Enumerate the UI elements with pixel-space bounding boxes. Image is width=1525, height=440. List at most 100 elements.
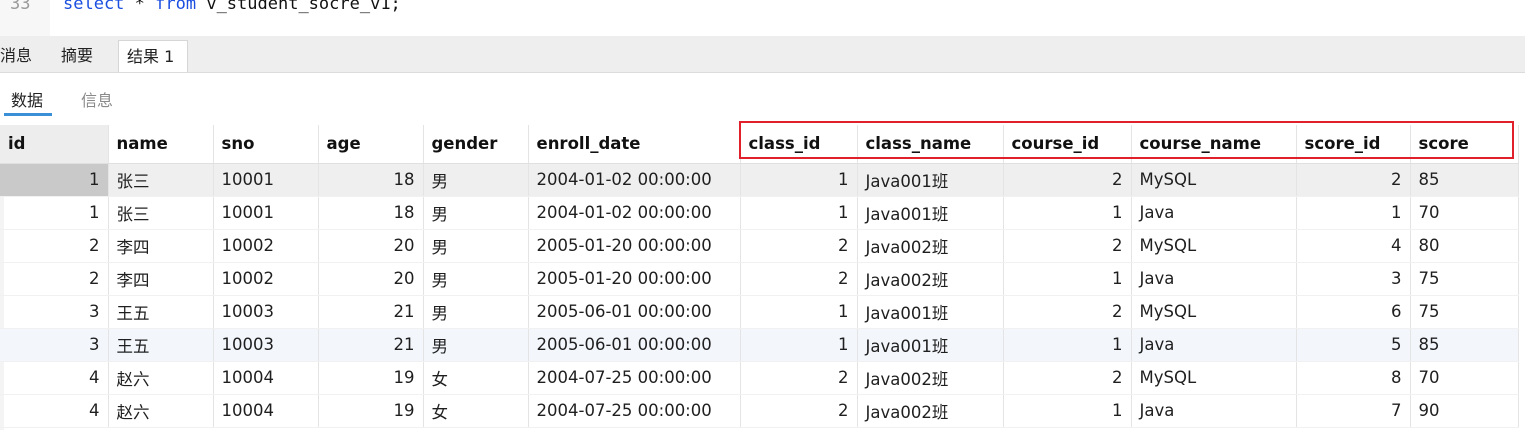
cell-course-id[interactable]: 2 xyxy=(1003,361,1132,395)
cell-class-id[interactable]: 2 xyxy=(740,262,858,296)
cell-score-id[interactable]: 2 xyxy=(1296,163,1411,197)
cell-class-name[interactable]: Java002班 xyxy=(857,394,1004,428)
cell-score[interactable]: 85 xyxy=(1410,163,1519,197)
cell-name[interactable]: 李四 xyxy=(108,229,214,263)
sql-code-line[interactable]: select * from v_student_socre_v1; xyxy=(63,0,401,14)
cell-course-name[interactable]: MySQL xyxy=(1131,229,1297,263)
cell-age[interactable]: 20 xyxy=(318,229,424,263)
cell-course-id[interactable]: 1 xyxy=(1003,262,1132,296)
column-header-age[interactable]: age xyxy=(318,125,424,164)
cell-score[interactable]: 70 xyxy=(1410,196,1519,230)
tab-messages[interactable]: 消息 xyxy=(0,40,40,72)
cell-sno[interactable]: 10003 xyxy=(213,328,319,362)
cell-age[interactable]: 18 xyxy=(318,196,424,230)
cell-score-id[interactable]: 8 xyxy=(1296,361,1411,395)
cell-id[interactable]: 1 xyxy=(0,163,109,197)
cell-sno[interactable]: 10003 xyxy=(213,295,319,329)
tab-summary[interactable]: 摘要 xyxy=(53,40,101,72)
cell-sno[interactable]: 10002 xyxy=(213,229,319,263)
cell-class-id[interactable]: 1 xyxy=(740,196,858,230)
column-header-score[interactable]: score xyxy=(1410,125,1519,164)
cell-score-id[interactable]: 1 xyxy=(1296,196,1411,230)
cell-id[interactable]: 2 xyxy=(0,229,109,263)
cell-course-id[interactable]: 2 xyxy=(1003,229,1132,263)
table-row[interactable]: 1 张三 10001 18 男 2004-01-02 00:00:00 1 Java001班 1… xyxy=(0,196,1519,230)
tab-result-1[interactable]: 结果 1 xyxy=(118,40,188,72)
table-row[interactable]: 2 李四 10002 20 男 2005-01-20 00:00:00 2 Java002班 1… xyxy=(0,262,1519,296)
cell-class-id[interactable]: 2 xyxy=(740,229,858,263)
column-header-enroll-date[interactable]: enroll_date xyxy=(528,125,741,164)
cell-gender[interactable]: 男 xyxy=(423,163,529,197)
column-header-id[interactable]: id xyxy=(0,125,109,164)
cell-gender[interactable]: 男 xyxy=(423,196,529,230)
cell-course-name[interactable]: Java xyxy=(1131,262,1297,296)
column-header-course-name[interactable]: course_name xyxy=(1131,125,1297,164)
cell-class-name[interactable]: Java002班 xyxy=(857,361,1004,395)
cell-enroll-date[interactable]: 2005-01-20 00:00:00 xyxy=(528,262,741,296)
cell-class-name[interactable]: Java001班 xyxy=(857,295,1004,329)
cell-class-id[interactable]: 1 xyxy=(740,163,858,197)
cell-id[interactable]: 3 xyxy=(0,328,109,362)
cell-gender[interactable]: 女 xyxy=(423,394,529,428)
column-header-name[interactable]: name xyxy=(108,125,214,164)
cell-id[interactable]: 4 xyxy=(0,361,109,395)
cell-class-name[interactable]: Java001班 xyxy=(857,196,1004,230)
table-row[interactable]: 2 李四 10002 20 男 2005-01-20 00:00:00 2 Java002班 2… xyxy=(0,229,1519,263)
column-header-class-id[interactable]: class_id xyxy=(740,125,858,164)
cell-course-id[interactable]: 1 xyxy=(1003,394,1132,428)
cell-class-name[interactable]: Java001班 xyxy=(857,163,1004,197)
cell-sno[interactable]: 10004 xyxy=(213,394,319,428)
cell-id[interactable]: 4 xyxy=(0,394,109,428)
column-header-score-id[interactable]: score_id xyxy=(1296,125,1411,164)
cell-enroll-date[interactable]: 2004-07-25 00:00:00 xyxy=(528,394,741,428)
cell-name[interactable]: 王五 xyxy=(108,328,214,362)
cell-sno[interactable]: 10004 xyxy=(213,361,319,395)
cell-score[interactable]: 75 xyxy=(1410,262,1519,296)
cell-name[interactable]: 赵六 xyxy=(108,394,214,428)
cell-class-name[interactable]: Java001班 xyxy=(857,328,1004,362)
cell-enroll-date[interactable]: 2005-06-01 00:00:00 xyxy=(528,295,741,329)
column-header-sno[interactable]: sno xyxy=(213,125,319,164)
cell-id[interactable]: 2 xyxy=(0,262,109,296)
table-row[interactable]: 3 王五 10003 21 男 2005-06-01 00:00:00 1 Java001班 1… xyxy=(0,328,1519,362)
cell-class-name[interactable]: Java002班 xyxy=(857,229,1004,263)
column-header-gender[interactable]: gender xyxy=(423,125,529,164)
cell-gender[interactable]: 男 xyxy=(423,328,529,362)
cell-age[interactable]: 18 xyxy=(318,163,424,197)
cell-score-id[interactable]: 6 xyxy=(1296,295,1411,329)
cell-class-id[interactable]: 2 xyxy=(740,394,858,428)
cell-age[interactable]: 19 xyxy=(318,361,424,395)
cell-enroll-date[interactable]: 2005-06-01 00:00:00 xyxy=(528,328,741,362)
column-header-course-id[interactable]: course_id xyxy=(1003,125,1132,164)
cell-score-id[interactable]: 4 xyxy=(1296,229,1411,263)
cell-name[interactable]: 赵六 xyxy=(108,361,214,395)
cell-gender[interactable]: 女 xyxy=(423,361,529,395)
table-row[interactable]: 3 王五 10003 21 男 2005-06-01 00:00:00 1 Java001班 2… xyxy=(0,295,1519,329)
cell-score[interactable]: 70 xyxy=(1410,361,1519,395)
cell-age[interactable]: 21 xyxy=(318,295,424,329)
cell-course-id[interactable]: 2 xyxy=(1003,163,1132,197)
cell-age[interactable]: 19 xyxy=(318,394,424,428)
cell-class-id[interactable]: 1 xyxy=(740,328,858,362)
cell-enroll-date[interactable]: 2004-07-25 00:00:00 xyxy=(528,361,741,395)
cell-class-id[interactable]: 1 xyxy=(740,295,858,329)
cell-name[interactable]: 李四 xyxy=(108,262,214,296)
cell-score[interactable]: 85 xyxy=(1410,328,1519,362)
cell-course-id[interactable]: 1 xyxy=(1003,196,1132,230)
table-row[interactable]: 1 张三 10001 18 男 2004-01-02 00:00:00 1 Java001班 2… xyxy=(0,163,1519,197)
cell-class-name[interactable]: Java002班 xyxy=(857,262,1004,296)
cell-course-name[interactable]: MySQL xyxy=(1131,163,1297,197)
cell-name[interactable]: 张三 xyxy=(108,196,214,230)
cell-name[interactable]: 王五 xyxy=(108,295,214,329)
sql-editor[interactable]: 33 select * from v_student_socre_v1; xyxy=(0,0,1525,36)
cell-score[interactable]: 80 xyxy=(1410,229,1519,263)
cell-score-id[interactable]: 5 xyxy=(1296,328,1411,362)
cell-age[interactable]: 21 xyxy=(318,328,424,362)
subtab-data[interactable]: 数据 xyxy=(11,87,43,111)
cell-score-id[interactable]: 7 xyxy=(1296,394,1411,428)
table-row[interactable]: 4 赵六 10004 19 女 2004-07-25 00:00:00 2 Java002班 1… xyxy=(0,394,1519,428)
cell-sno[interactable]: 10001 xyxy=(213,196,319,230)
cell-id[interactable]: 3 xyxy=(0,295,109,329)
cell-enroll-date[interactable]: 2004-01-02 00:00:00 xyxy=(528,163,741,197)
cell-course-name[interactable]: MySQL xyxy=(1131,295,1297,329)
